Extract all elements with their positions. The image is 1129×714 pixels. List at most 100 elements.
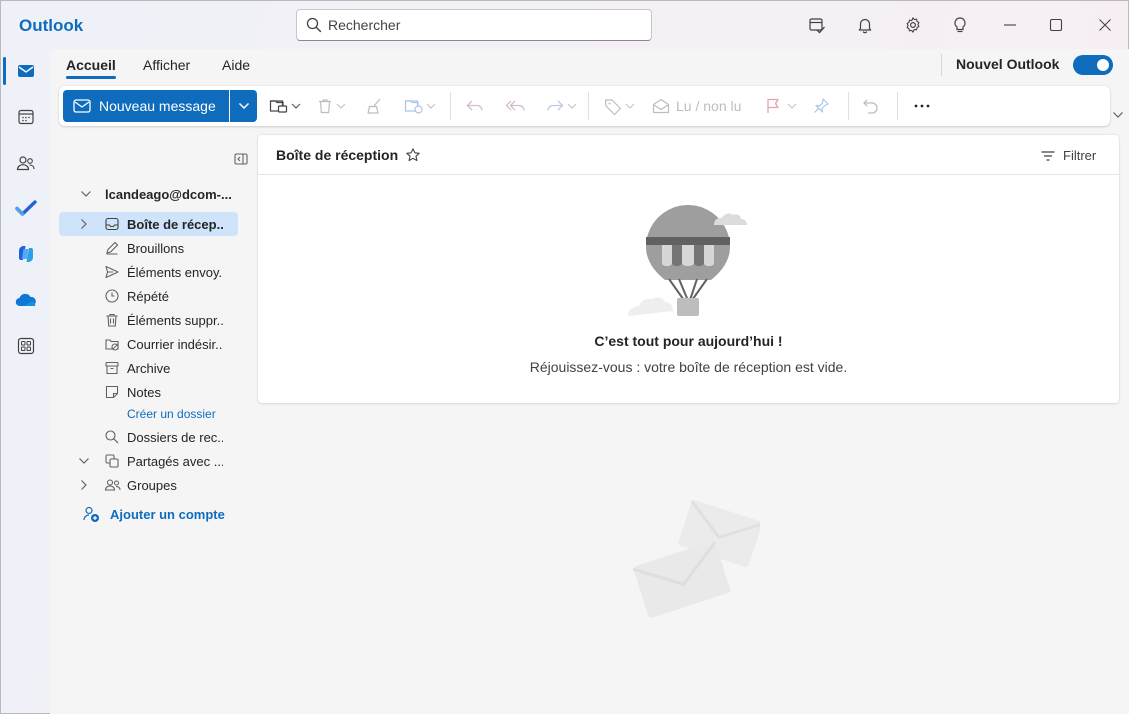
folder-drafts[interactable]: Brouillons: [59, 236, 238, 260]
pane-collapse-icon: [234, 153, 248, 165]
new-message-dropdown[interactable]: [230, 90, 257, 122]
ribbon-expand-button[interactable]: [1112, 111, 1124, 119]
chevron-down-icon: [1113, 112, 1123, 118]
onedrive-icon[interactable]: [1, 278, 50, 322]
more-options-button[interactable]: [914, 94, 930, 118]
empty-state-subtitle: Réjouissez-vous : votre boîte de récepti…: [529, 359, 848, 375]
categorize-button[interactable]: [603, 94, 635, 118]
archive-icon: [105, 361, 119, 375]
forward-icon: [547, 100, 564, 111]
calendar-icon[interactable]: [1, 95, 50, 139]
folder-sent[interactable]: Éléments envoy...: [59, 260, 238, 284]
search-folders[interactable]: Dossiers de rec...: [59, 425, 238, 449]
chevron-down-icon: [426, 103, 436, 109]
pin-icon: [814, 98, 829, 113]
new-message-button[interactable]: Nouveau message: [63, 90, 229, 122]
todo-icon[interactable]: [1, 186, 50, 230]
gear-icon[interactable]: [901, 13, 925, 37]
add-person-icon: [83, 506, 99, 522]
ribbon-tabs: Accueil Afficher Aide Nouvel Outlook: [50, 49, 1129, 85]
folder-title: Boîte de réception: [276, 147, 399, 163]
account-name: lcandeago@dcom-...: [105, 186, 232, 202]
groups[interactable]: Groupes: [59, 473, 238, 497]
send-icon: [105, 265, 119, 279]
tab-afficher[interactable]: Afficher: [143, 57, 190, 73]
clock-icon: [105, 289, 119, 303]
mail-icon[interactable]: [1, 49, 50, 93]
folder-junk[interactable]: Courrier indésir...: [59, 332, 238, 356]
chevron-down-icon: [336, 103, 346, 109]
move-to-button[interactable]: [269, 94, 301, 118]
reply-icon: [466, 100, 483, 111]
outlook-window: Outlook Rechercher Accueil Afficher Aide…: [0, 0, 1129, 714]
close-icon[interactable]: [1093, 13, 1117, 37]
hot-air-balloon-illustration: [626, 199, 750, 319]
search-input[interactable]: [328, 15, 638, 35]
pencil-icon: [106, 241, 119, 255]
reply-all-button[interactable]: [505, 94, 527, 118]
search-icon: [105, 430, 119, 444]
note-icon: [105, 385, 119, 399]
delete-button[interactable]: [316, 94, 346, 118]
new-outlook-label: Nouvel Outlook: [956, 56, 1060, 72]
create-folder-label: Créer un dossier: [127, 407, 216, 421]
lightbulb-icon[interactable]: [948, 13, 972, 37]
folder-label: Éléments envoy...: [127, 264, 223, 280]
folder-notes[interactable]: Notes: [59, 380, 238, 404]
account-row[interactable]: lcandeago@dcom-...: [70, 182, 240, 206]
folder-deleted[interactable]: Éléments suppr...: [59, 308, 238, 332]
trash-icon: [319, 99, 331, 114]
folder-label: Boîte de récep...: [127, 216, 223, 232]
my-day-icon[interactable]: [805, 13, 829, 37]
new-outlook-toggle[interactable]: [1073, 55, 1113, 75]
mail-compose-icon: [73, 99, 91, 113]
new-message-label: Nouveau message: [99, 98, 216, 114]
filter-button[interactable]: Filtrer: [1041, 148, 1096, 163]
maximize-icon[interactable]: [1044, 13, 1068, 37]
folder-label: Archive: [127, 360, 171, 376]
pin-button[interactable]: [812, 94, 830, 118]
junk-icon: [105, 339, 119, 351]
favorite-star-icon[interactable]: [405, 147, 421, 163]
reply-button[interactable]: [465, 94, 485, 118]
filter-icon: [1041, 150, 1055, 161]
tab-accueil[interactable]: Accueil: [66, 57, 116, 79]
folder-label: Partagés avec ...: [127, 453, 223, 469]
folder-move-icon: [269, 100, 288, 113]
chevron-down-icon: [79, 458, 89, 464]
apps-icon[interactable]: [1, 324, 50, 368]
collapse-pane-button[interactable]: [234, 153, 248, 165]
minimize-icon[interactable]: [998, 13, 1022, 37]
broom-icon: [367, 98, 381, 114]
bell-icon[interactable]: [853, 13, 877, 37]
add-account-link[interactable]: Ajouter un compte: [59, 502, 249, 526]
forward-button[interactable]: [545, 94, 577, 118]
copilot-icon[interactable]: [1, 232, 50, 276]
chevron-down-icon: [787, 103, 797, 109]
tabs-divider: [941, 54, 942, 76]
chevron-right-icon: [81, 219, 87, 229]
people-icon[interactable]: [1, 141, 50, 185]
undo-button[interactable]: [862, 94, 880, 118]
move-folder-button[interactable]: [404, 94, 436, 118]
search-box[interactable]: [296, 9, 652, 41]
read-unread-button[interactable]: Lu / non lu: [652, 94, 741, 118]
folder-archive[interactable]: Archive: [59, 356, 238, 380]
message-list-header: Boîte de réception Filtrer: [258, 135, 1119, 175]
shared-with-me[interactable]: Partagés avec ...: [59, 449, 238, 473]
inbox-icon: [105, 217, 119, 231]
create-folder-link[interactable]: Créer un dossier: [59, 402, 238, 426]
sweep-button[interactable]: [365, 94, 385, 118]
reply-all-icon: [505, 100, 525, 111]
folder-inbox[interactable]: Boîte de récep...: [59, 212, 238, 236]
tab-aide[interactable]: Aide: [222, 57, 250, 73]
trash-icon: [106, 313, 118, 327]
folder-arrow-icon: [404, 100, 423, 114]
folder-label: Brouillons: [127, 240, 185, 256]
flag-button[interactable]: [765, 94, 797, 118]
folder-label: Notes: [127, 384, 161, 400]
chevron-down-icon: [625, 103, 635, 109]
empty-state-title: C’est tout pour aujourd’hui !: [594, 333, 783, 349]
folder-snoozed[interactable]: Répété: [59, 284, 238, 308]
ribbon-toolbar: Nouveau message Lu / non lu: [59, 86, 1110, 126]
